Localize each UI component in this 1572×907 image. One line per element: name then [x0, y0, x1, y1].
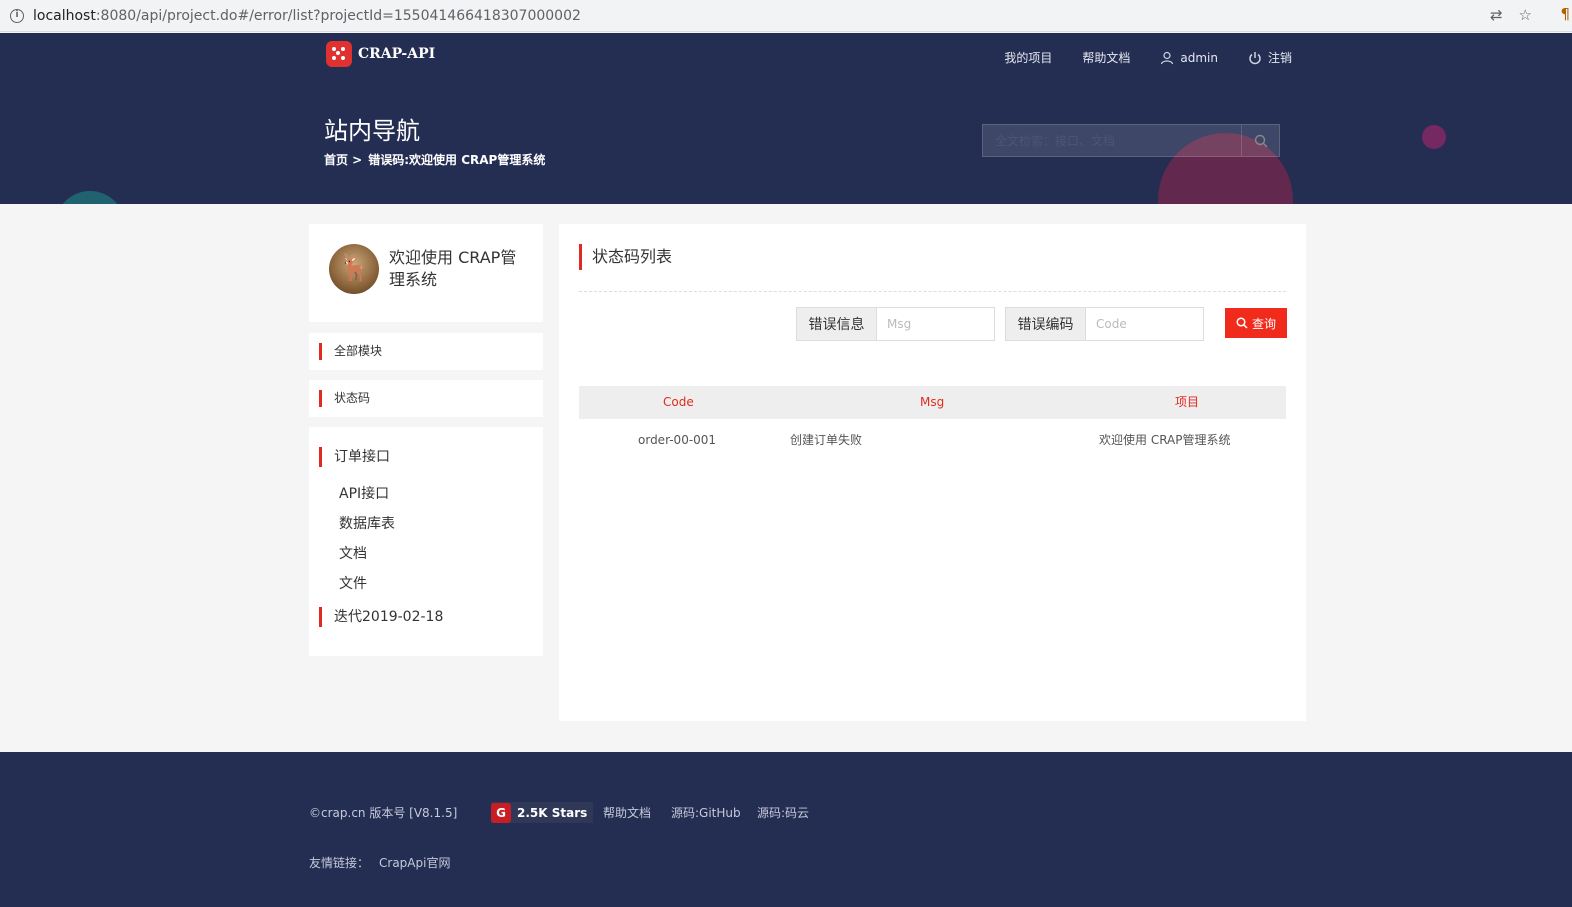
sidebar-item-all-modules-label: 全部模块 — [319, 343, 382, 360]
decorative-circle — [55, 191, 125, 204]
query-button[interactable]: 查询 — [1225, 308, 1287, 338]
project-avatar — [329, 244, 379, 294]
filter-msg-input[interactable] — [877, 308, 994, 340]
breadcrumb-home[interactable]: 首页 > — [324, 151, 362, 168]
site-footer: ©crap.cn 版本号 [V8.1.5] G 2.5K Stars 帮助文档 … — [0, 752, 1572, 907]
gitee-stars-badge[interactable]: G 2.5K Stars — [491, 802, 594, 823]
table-header: Code Msg 项目 — [579, 386, 1286, 419]
extension-icon[interactable]: ¶ — [1560, 5, 1570, 23]
decorative-circle — [1422, 125, 1446, 149]
nav-user-label: admin — [1180, 50, 1218, 65]
power-icon — [1249, 51, 1261, 64]
logo-text: CRAP-API — [358, 46, 436, 62]
footer-link-gitee[interactable]: 源码:码云 — [757, 804, 809, 821]
sidebar-module-iteration[interactable]: 迭代2019-02-18 — [319, 607, 443, 627]
project-profile-card: 欢迎使用 CRAP管理系统 — [309, 224, 543, 322]
breadcrumb: 首页 > 错误码:欢迎使用 CRAP管理系统 — [324, 151, 545, 168]
nav-user[interactable]: admin — [1160, 51, 1218, 65]
top-nav: 我的项目 帮助文档 admin 注销 — [1004, 49, 1292, 66]
sidebar-subitem-api[interactable]: API接口 — [339, 483, 389, 503]
stars-count: 2.5K Stars — [517, 805, 588, 820]
global-search-button[interactable] — [1241, 125, 1279, 156]
sidebar-module-order-api[interactable]: 订单接口 — [319, 447, 390, 467]
global-search-input[interactable] — [983, 125, 1241, 156]
url-path: :8080/api/project.do#/error/list?project… — [95, 7, 581, 24]
column-header-msg: Msg — [920, 395, 945, 409]
friend-links: 友情链接： CrapApi官网 — [309, 854, 450, 871]
logo[interactable]: CRAP-API — [326, 41, 435, 67]
nav-logout[interactable]: 注销 — [1248, 49, 1292, 66]
copyright: ©crap.cn 版本号 [V8.1.5] — [309, 806, 458, 820]
column-header-code: Code — [663, 395, 694, 409]
panel-title: 状态码列表 — [579, 244, 672, 270]
divider — [579, 291, 1286, 292]
url-field[interactable]: localhost:8080/api/project.do#/error/lis… — [33, 8, 581, 24]
nav-my-projects[interactable]: 我的项目 — [1004, 49, 1052, 66]
nav-help-docs-label: 帮助文档 — [1082, 51, 1131, 65]
filter-msg-label: 错误信息 — [797, 308, 877, 340]
friend-links-label: 友情链接： — [309, 856, 370, 870]
search-icon — [1254, 134, 1267, 147]
bookmark-star-icon[interactable]: ☆ — [1519, 6, 1532, 24]
browser-address-bar: i localhost:8080/api/project.do#/error/l… — [0, 0, 1572, 32]
translate-icon[interactable]: ⇄ — [1490, 6, 1503, 24]
nav-my-projects-label: 我的项目 — [1004, 51, 1053, 65]
query-button-label: 查询 — [1251, 316, 1276, 331]
sidebar-subitem-files[interactable]: 文件 — [339, 573, 367, 593]
sidebar-subitem-db-tables[interactable]: 数据库表 — [339, 513, 395, 533]
sidebar-item-status-codes[interactable]: 状态码 — [309, 380, 543, 417]
breadcrumb-current: 错误码:欢迎使用 CRAP管理系统 — [368, 153, 546, 167]
project-name: 欢迎使用 CRAP管理系统 — [389, 248, 517, 289]
nav-help-docs[interactable]: 帮助文档 — [1082, 49, 1130, 66]
sidebar-module-group: 订单接口 API接口 数据库表 文档 文件 迭代2019-02-18 — [309, 427, 543, 656]
user-icon — [1161, 51, 1174, 64]
filter-msg-group: 错误信息 — [796, 307, 995, 341]
search-icon — [1236, 317, 1248, 329]
nav-logout-label: 注销 — [1267, 51, 1292, 65]
filter-code-group: 错误编码 — [1005, 307, 1204, 341]
url-host: localhost — [33, 7, 96, 24]
sidebar-item-status-codes-label: 状态码 — [319, 390, 370, 407]
sidebar-item-all-modules[interactable]: 全部模块 — [309, 333, 543, 370]
site-info-icon[interactable]: i — [10, 8, 24, 23]
footer-link-github[interactable]: 源码:GitHub — [671, 804, 741, 821]
page-title: 站内导航 — [324, 117, 420, 145]
site-header: CRAP-API 我的项目 帮助文档 admin 注销 站内导航 首页 > 错误… — [0, 33, 1572, 204]
global-search — [982, 124, 1280, 157]
footer-link-help[interactable]: 帮助文档 — [603, 804, 651, 821]
table-row[interactable]: order-00-001 创建订单失败 欢迎使用 CRAP管理系统 — [579, 422, 1286, 458]
filter-code-label: 错误编码 — [1006, 308, 1086, 340]
main-panel: 状态码列表 错误信息 错误编码 查询 Code Msg 项目 order-00-… — [559, 224, 1306, 721]
gitee-icon: G — [491, 802, 511, 823]
filter-code-input[interactable] — [1086, 308, 1203, 340]
cell-project: 欢迎使用 CRAP管理系统 — [1099, 433, 1231, 447]
sidebar-subitem-docs[interactable]: 文档 — [339, 543, 367, 563]
cell-code: order-00-001 — [638, 433, 717, 447]
cell-msg: 创建订单失败 — [790, 433, 863, 447]
friend-link-crapapi[interactable]: CrapApi官网 — [379, 854, 450, 871]
column-header-project: 项目 — [1175, 395, 1200, 409]
logo-cube-icon — [326, 41, 352, 67]
